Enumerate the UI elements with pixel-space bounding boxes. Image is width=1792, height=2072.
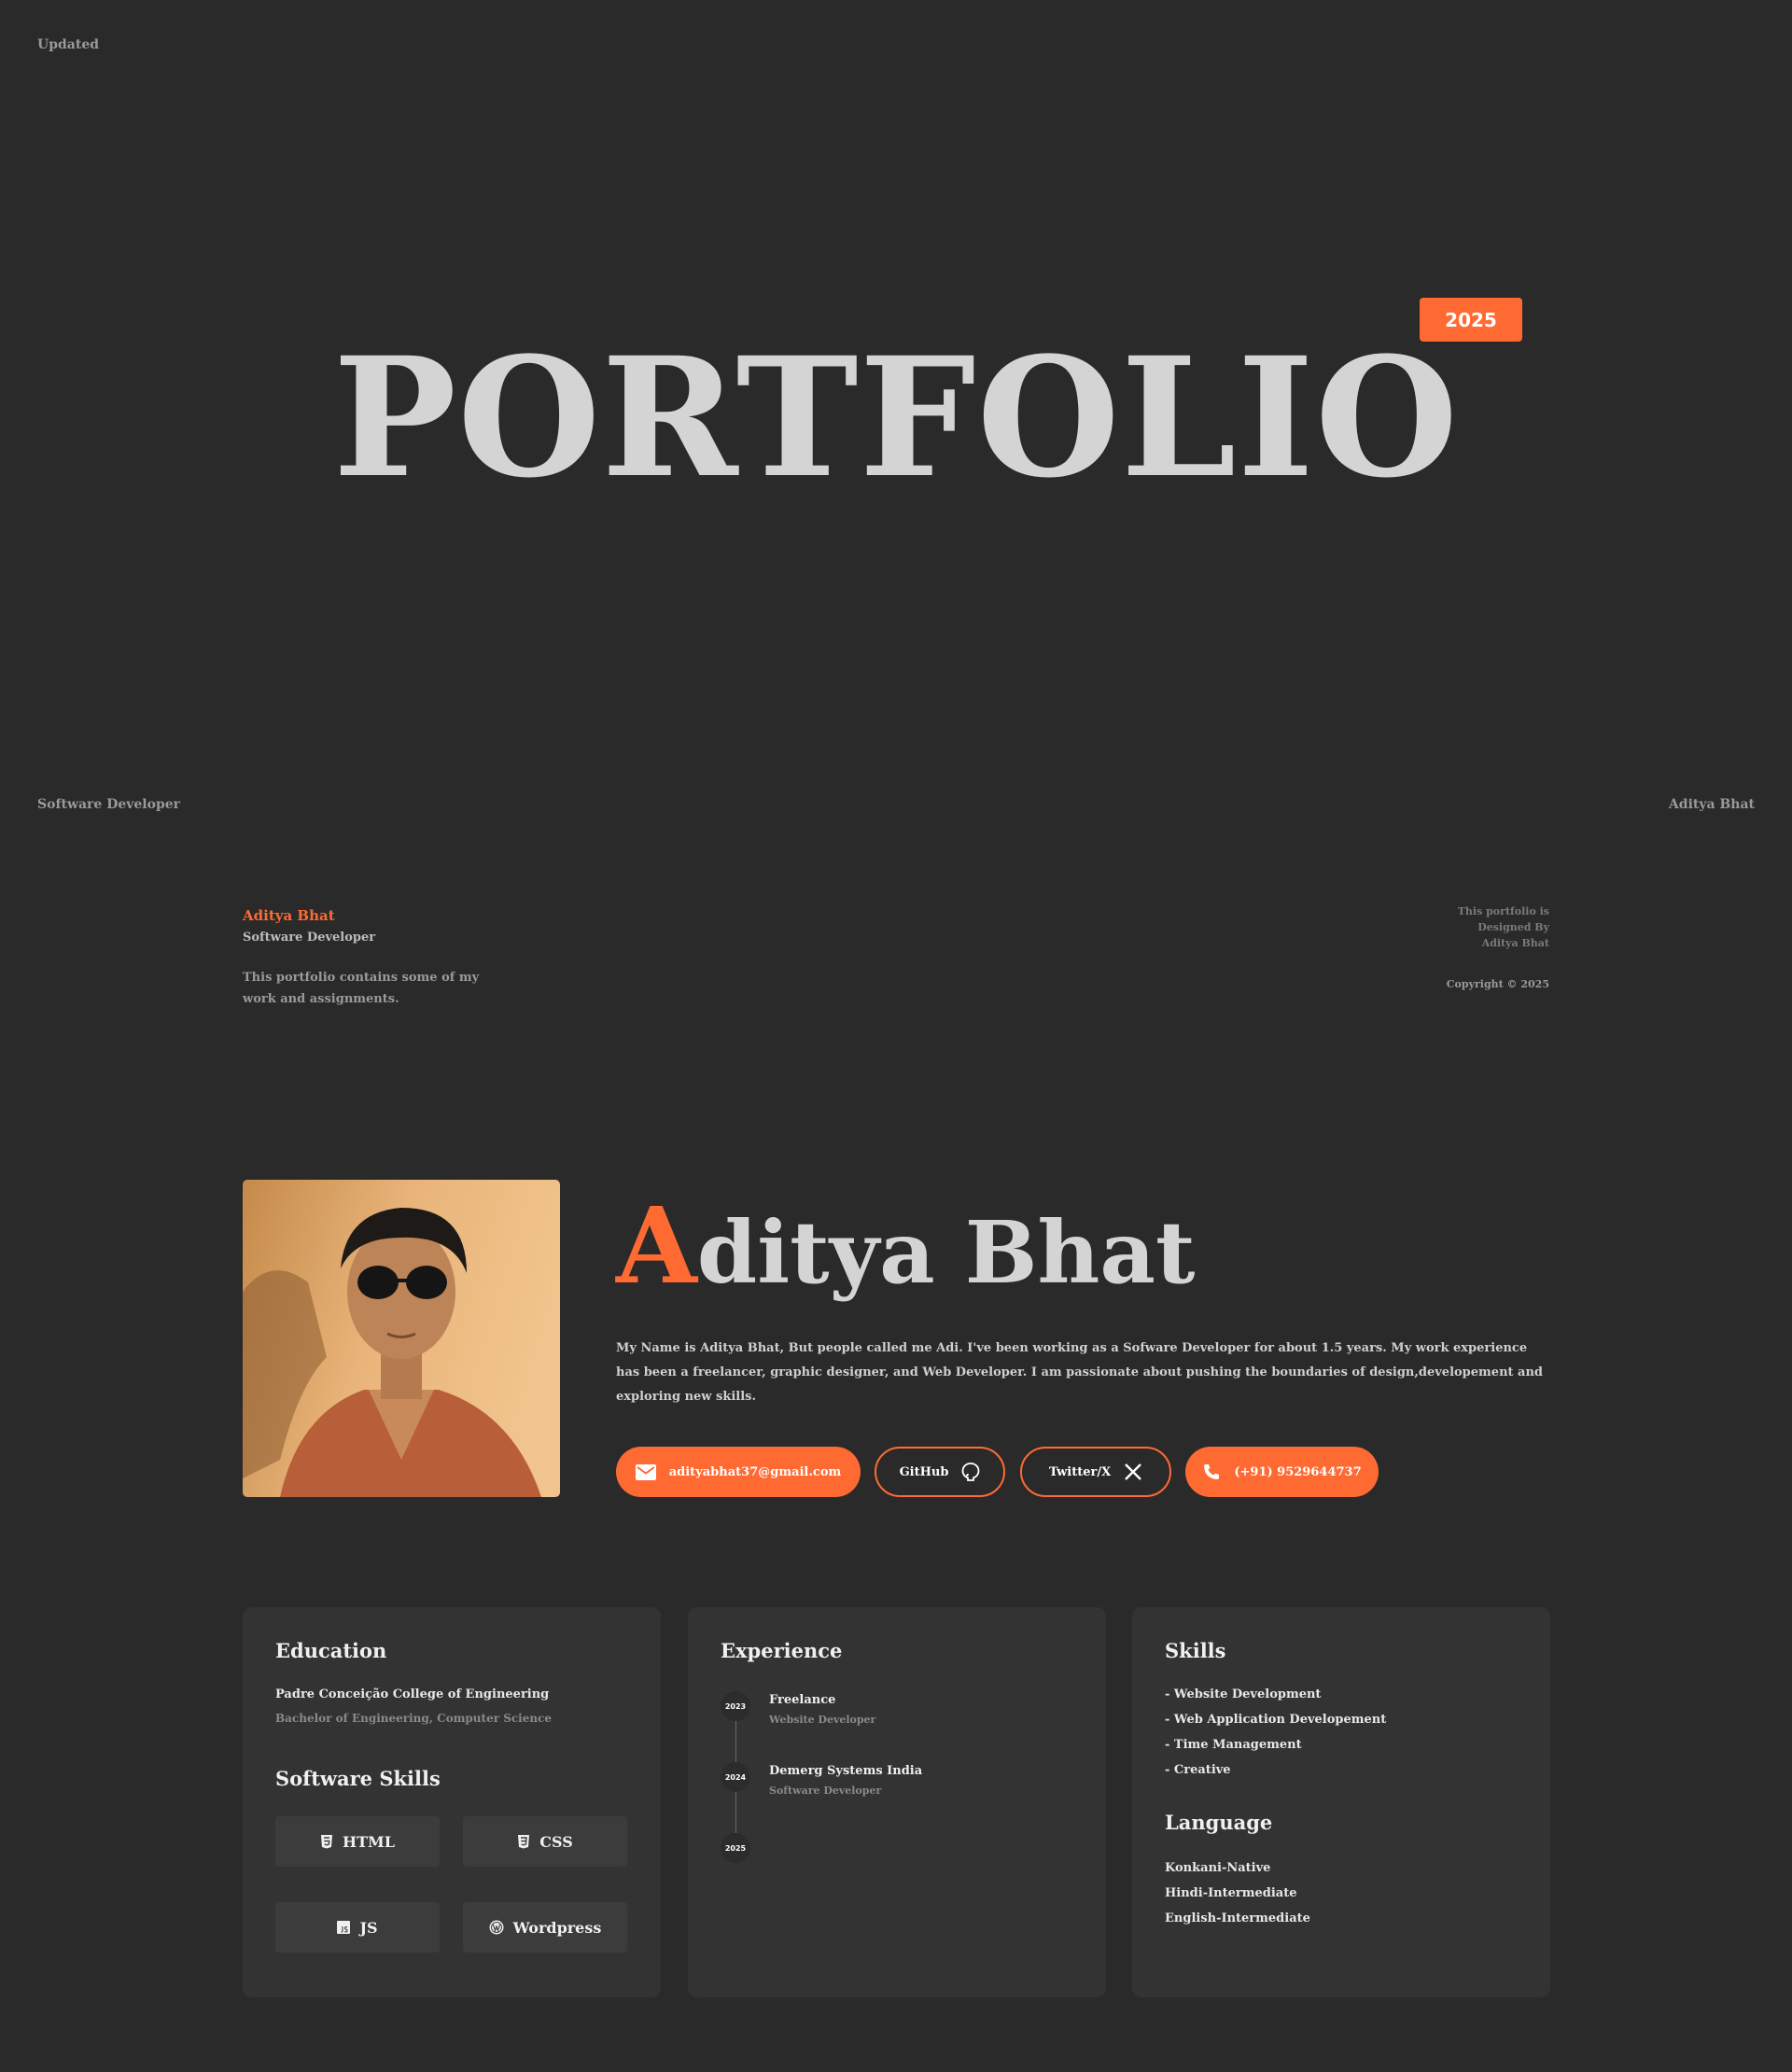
profile-name-rest: ditya Bhat (696, 1202, 1196, 1303)
education-degree: Bachelor of Engineering, Computer Scienc… (275, 1712, 553, 1725)
email-button[interactable]: adityabhat37@gmail.com (616, 1447, 861, 1497)
timeline-year: 2024 (721, 1762, 750, 1792)
github-label: GitHub (899, 1464, 949, 1479)
hero-title: PORTFOLIO (332, 321, 1460, 514)
css3-icon (517, 1834, 530, 1849)
skills-card: Skills - Website Development - Web Appli… (1132, 1607, 1550, 1997)
profile-name: Aditya Bhat (616, 1195, 1196, 1299)
skill-item-label: Time Management (1173, 1738, 1302, 1752)
profile-bio: My Name is Aditya Bhat, But people calle… (616, 1341, 1544, 1404)
intro-name: Aditya Bhat (243, 907, 335, 924)
hero-role-caption: Software Developer (37, 797, 181, 812)
experience-role: Website Developer (769, 1714, 876, 1726)
language-item: Konkani-Native (1165, 1861, 1271, 1875)
hero-name-caption: Aditya Bhat (1668, 797, 1755, 812)
copyright: Copyright © 2025 (1446, 978, 1549, 990)
language-title: Language (1165, 1811, 1273, 1834)
profile-photo (243, 1180, 560, 1497)
skill-html: HTML (275, 1816, 440, 1867)
twitter-button[interactable]: Twitter/X (1020, 1447, 1171, 1497)
email-label: adityabhat37@gmail.com (668, 1464, 842, 1479)
education-card: Education Padre Conceição College of Eng… (243, 1607, 661, 1997)
credit-line: Aditya Bhat (1481, 937, 1549, 949)
skill-wordpress: Wordpress (463, 1902, 627, 1953)
intro-description: This portfolio contains some of my work … (243, 971, 480, 1006)
timeline-year: 2023 (721, 1691, 750, 1721)
skill-js: JS (275, 1902, 440, 1953)
language-item: English-Intermediate (1165, 1911, 1310, 1925)
twitter-label: Twitter/X (1048, 1464, 1112, 1479)
skill-item-label: Website Development (1173, 1687, 1322, 1701)
designer-credit: This portfolio is Designed By Aditya Bha… (1419, 903, 1549, 951)
skill-label: HTML (343, 1832, 395, 1851)
skills-title: Skills (1165, 1639, 1226, 1662)
phone-label: (+91) 9529644737 (1234, 1464, 1362, 1479)
language-item: Hindi-Intermediate (1165, 1886, 1297, 1900)
intro-role: Software Developer (243, 931, 376, 945)
experience-company: Demerg Systems India (769, 1764, 923, 1778)
updated-label: Updated (37, 37, 100, 52)
wordpress-icon (489, 1920, 504, 1935)
experience-role: Software Developer (769, 1785, 882, 1797)
skill-label: CSS (539, 1832, 573, 1851)
skill-item-label: Web Application Developement (1173, 1713, 1387, 1727)
education-college: Padre Conceição College of Engineering (275, 1687, 550, 1701)
experience-card: Experience 2023 2024 2025 Freelance Webs… (688, 1607, 1106, 1997)
experience-company: Freelance (769, 1693, 836, 1707)
github-button[interactable]: GitHub (875, 1447, 1005, 1497)
skill-item: - Web Application Developement (1165, 1713, 1387, 1727)
skill-css: CSS (463, 1816, 627, 1867)
html5-icon (320, 1834, 333, 1849)
skill-item: - Time Management (1165, 1738, 1302, 1752)
skill-item-label: Creative (1173, 1763, 1231, 1777)
profile-name-initial: A (616, 1185, 697, 1308)
timeline-line (735, 1792, 736, 1833)
experience-title: Experience (721, 1639, 843, 1662)
phone-button[interactable]: (+91) 9529644737 (1185, 1447, 1379, 1497)
credit-line: Designed By (1477, 921, 1549, 933)
github-icon (961, 1463, 980, 1481)
x-icon (1124, 1463, 1142, 1481)
timeline-line (735, 1721, 736, 1762)
phone-icon (1202, 1463, 1221, 1481)
education-title: Education (275, 1639, 387, 1662)
skill-label: Wordpress (512, 1918, 602, 1937)
skill-label: JS (359, 1918, 378, 1937)
mail-icon (635, 1463, 656, 1480)
credit-line: This portfolio is (1457, 905, 1549, 917)
software-skills-title: Software Skills (275, 1767, 441, 1790)
javascript-icon (337, 1921, 351, 1934)
skill-item: - Website Development (1165, 1687, 1322, 1701)
skill-item: - Creative (1165, 1763, 1231, 1777)
timeline-year: 2025 (721, 1833, 750, 1863)
